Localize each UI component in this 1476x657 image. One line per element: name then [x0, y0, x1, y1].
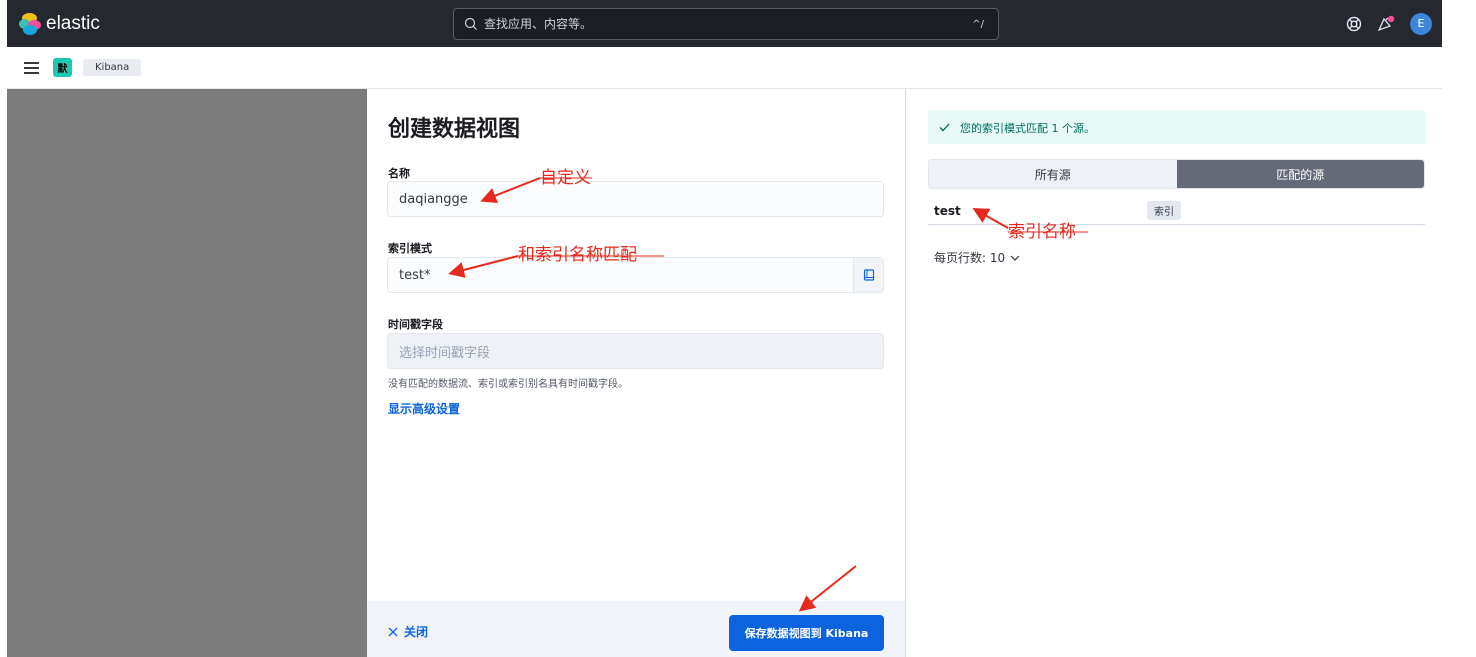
user-avatar[interactable]: E: [1410, 12, 1432, 35]
callout-text: 您的索引模式匹配 1 个源。: [960, 121, 1095, 135]
match-callout: 您的索引模式匹配 1 个源。: [928, 111, 1425, 144]
chevron-down-icon: [1010, 255, 1020, 261]
rows-per-page-label: 每页行数: 10: [934, 251, 1006, 265]
index-pattern-label: 索引模式: [388, 242, 432, 255]
global-search[interactable]: ^/: [453, 8, 999, 40]
annotation-index: 和索引名称匹配: [518, 245, 637, 265]
timestamp-select[interactable]: 选择时间戳字段: [387, 333, 884, 369]
top-header: elastic ^/ E: [7, 0, 1442, 47]
search-shortcut: ^/: [972, 18, 984, 30]
annotation-name: 自定义: [540, 168, 591, 188]
tab-all-sources[interactable]: 所有源: [929, 160, 1177, 188]
source-type-badge: 索引: [1147, 201, 1181, 220]
book-icon: [863, 268, 874, 281]
timestamp-placeholder: 选择时间戳字段: [399, 345, 491, 361]
flyout-footer: 关闭 保存数据视图到 Kibana: [367, 601, 905, 657]
check-icon: [939, 123, 950, 132]
source-name: test: [934, 203, 961, 218]
index-pattern-value: test*: [399, 267, 431, 283]
name-value: daqiangge: [399, 191, 468, 207]
close-icon: [388, 627, 398, 636]
breadcrumb[interactable]: Kibana: [83, 59, 142, 76]
tab-matching-sources[interactable]: 匹配的源: [1176, 160, 1424, 188]
brand-name: elastic: [46, 12, 100, 34]
close-label: 关闭: [404, 625, 429, 639]
name-field[interactable]: daqiangge: [387, 181, 884, 217]
timestamp-label: 时间戳字段: [388, 318, 443, 331]
table-row: test 索引: [928, 197, 1425, 225]
source-tabs: 所有源 匹配的源: [928, 159, 1425, 189]
search-input[interactable]: [484, 17, 973, 31]
name-label: 名称: [388, 167, 410, 180]
close-button[interactable]: 关闭: [388, 623, 428, 640]
space-avatar[interactable]: 默: [53, 58, 72, 77]
page-overlay[interactable]: [7, 89, 367, 657]
elastic-brand[interactable]: elastic: [19, 12, 100, 35]
save-data-view-button[interactable]: 保存数据视图到 Kibana: [729, 615, 884, 651]
elastic-logo-icon: [19, 12, 41, 35]
search-icon: [464, 17, 477, 30]
matching-sources-panel: 您的索引模式匹配 1 个源。 所有源 匹配的源 test 索引 每页行数: 10: [906, 89, 1442, 657]
annotation-result: 索引名称: [1008, 222, 1076, 242]
menu-toggle-icon[interactable]: [24, 61, 39, 74]
news-feed-icon[interactable]: [1376, 15, 1396, 33]
page-title: 创建数据视图: [388, 117, 521, 142]
index-pattern-help-button[interactable]: [853, 258, 883, 292]
help-icon[interactable]: [1346, 16, 1362, 32]
rows-per-page-selector[interactable]: 每页行数: 10: [934, 249, 1020, 266]
create-data-view-flyout: 创建数据视图 名称 daqiangge 索引模式 test* 时间戳字段 选择时…: [367, 89, 905, 657]
breadcrumb-bar: 默 Kibana: [7, 47, 1442, 89]
show-advanced-settings-link[interactable]: 显示高级设置: [388, 400, 460, 417]
timestamp-help-text: 没有匹配的数据流、索引或索引别名具有时间戳字段。: [388, 379, 628, 390]
